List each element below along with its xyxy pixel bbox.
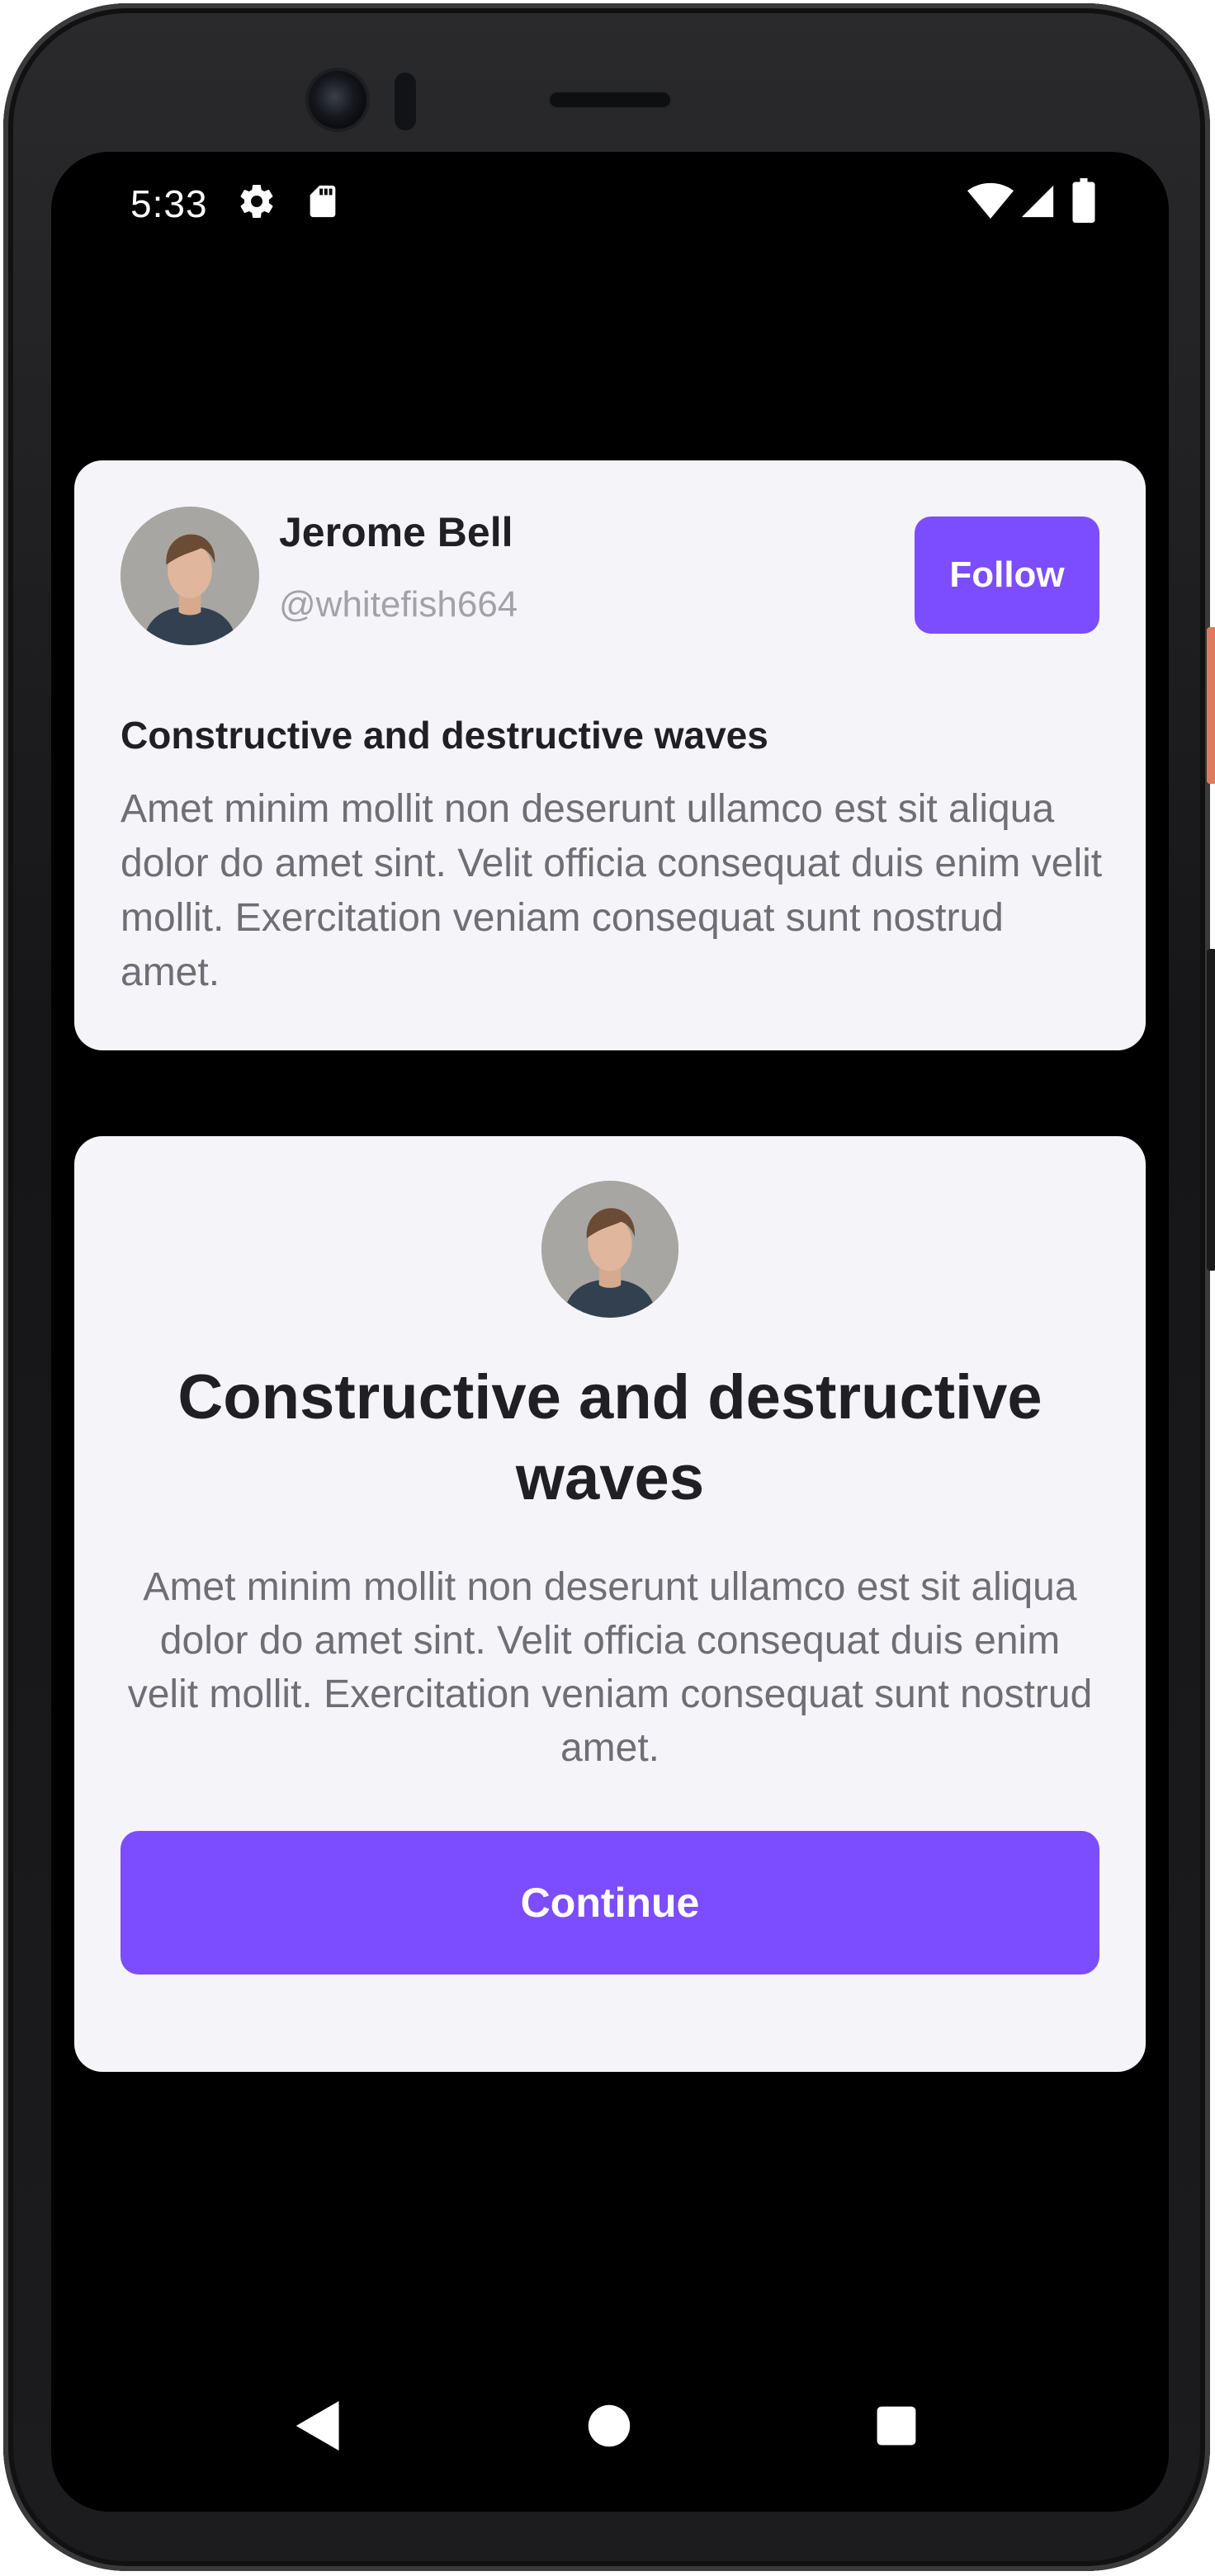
- back-icon[interactable]: [295, 2401, 342, 2455]
- navigation-bar: [51, 2371, 1169, 2512]
- continue-button[interactable]: Continue: [121, 1831, 1099, 1974]
- settings-icon: [237, 182, 277, 225]
- status-bar: 5:33: [51, 152, 1169, 251]
- avatar[interactable]: [121, 507, 259, 645]
- volume-button: [1207, 949, 1215, 1271]
- phone-frame: 5:33 Jerome Bell @whitefish664 Follow Co…: [3, 3, 1210, 2571]
- avatar-portrait: [121, 507, 259, 645]
- earpiece-speaker: [548, 91, 672, 109]
- follow-button[interactable]: Follow: [915, 517, 1099, 634]
- top-bezel: [3, 3, 1210, 152]
- avatar-portrait: [541, 1181, 678, 1318]
- home-icon[interactable]: [586, 2401, 632, 2455]
- screen: 5:33 Jerome Bell @whitefish664 Follow Co…: [51, 152, 1169, 2512]
- post-card: Jerome Bell @whitefish664 Follow Constru…: [74, 460, 1146, 1050]
- power-button: [1207, 627, 1215, 784]
- dialog-avatar: [541, 1181, 678, 1318]
- post-body: Amet minim mollit non deserunt ullamco e…: [121, 787, 1103, 994]
- signal-icon: [1019, 182, 1057, 225]
- wifi-icon: [967, 182, 1014, 225]
- proximity-sensor: [395, 73, 416, 130]
- recents-icon[interactable]: [875, 2404, 918, 2451]
- post-title: Constructive and destructive waves: [121, 714, 768, 757]
- dialog-title: Constructive and destructive waves: [177, 1362, 1042, 1513]
- dialog-card: Constructive and destructive waves Amet …: [74, 1136, 1146, 2072]
- front-camera: [309, 71, 366, 129]
- user-handle: @whitefish664: [279, 584, 518, 625]
- status-time: 5:33: [130, 182, 208, 225]
- battery-icon: [1071, 178, 1096, 227]
- dialog-body: Amet minim mollit non deserunt ullamco e…: [127, 1565, 1093, 1770]
- user-name[interactable]: Jerome Bell: [279, 508, 513, 556]
- sd-card-icon: [304, 182, 342, 225]
